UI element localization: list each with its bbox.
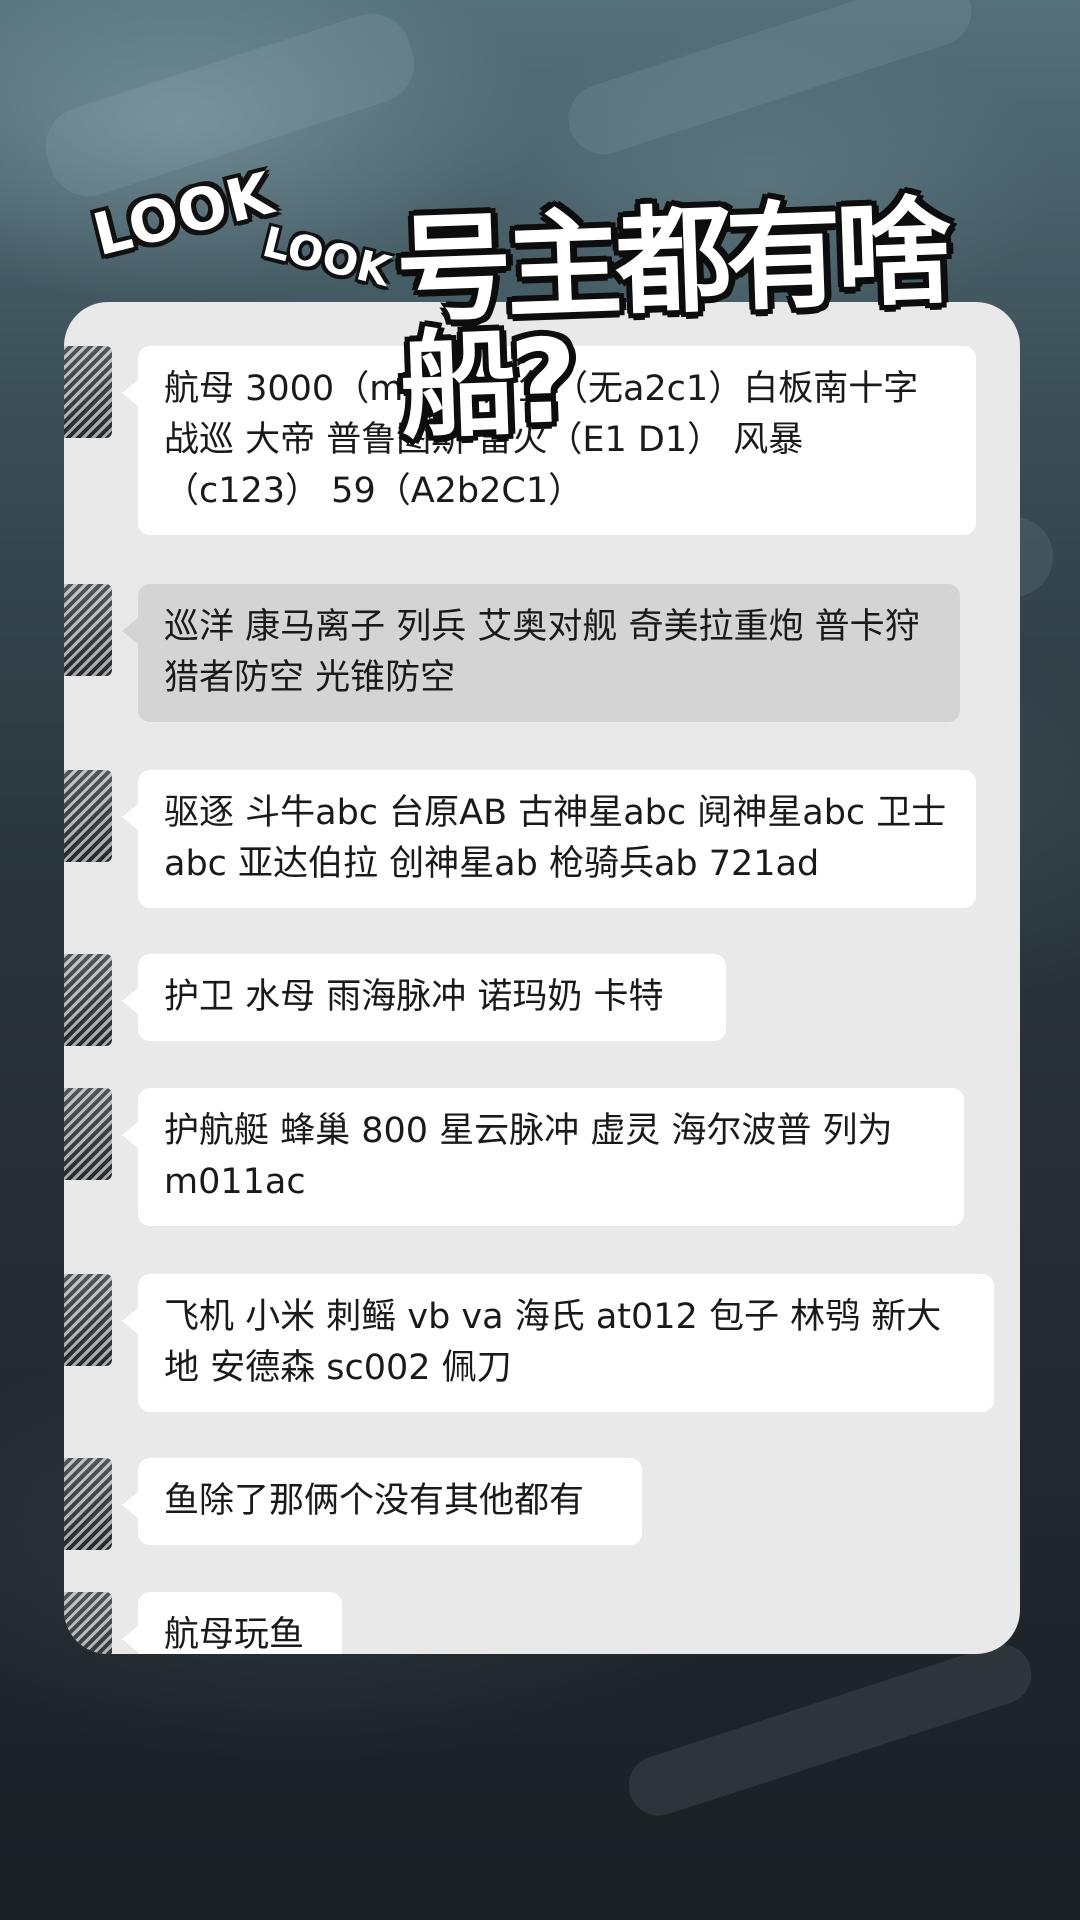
chat-message: 驱逐 斗牛abc 台原AB 古神星abc 阋神星abc 卫士abc 亚达伯拉 创… (64, 770, 976, 908)
chat-message: 巡洋 康马离子 列兵 艾奥对舰 奇美拉重炮 普卡狩猎者防空 光锥防空 (64, 584, 960, 722)
chat-message: 护卫 水母 雨海脉冲 诺玛奶 卡特 (64, 954, 726, 1046)
avatar (64, 1458, 112, 1550)
page-title: 号主都有啥船? (393, 184, 949, 455)
chat-message: 航母玩鱼 (64, 1592, 342, 1654)
chat-message: 飞机 小米 刺鳐 vb va 海氏 at012 包子 林鸮 新大地 安德森 sc… (64, 1274, 994, 1412)
message-bubble-highlighted: 巡洋 康马离子 列兵 艾奥对舰 奇美拉重炮 普卡狩猎者防空 光锥防空 (122, 584, 960, 722)
message-bubble: 护航艇 蜂巢 800 星云脉冲 虚灵 海尔波普 列为m011ac (122, 1088, 964, 1226)
avatar (64, 584, 112, 676)
avatar (64, 1274, 112, 1366)
chat-message: 护航艇 蜂巢 800 星云脉冲 虚灵 海尔波普 列为m011ac (64, 1088, 964, 1226)
avatar (64, 954, 112, 1046)
message-bubble: 飞机 小米 刺鳐 vb va 海氏 at012 包子 林鸮 新大地 安德森 sc… (122, 1274, 994, 1412)
message-bubble: 护卫 水母 雨海脉冲 诺玛奶 卡特 (122, 954, 726, 1041)
chat-message: 鱼除了那俩个没有其他都有 (64, 1458, 642, 1550)
message-bubble: 鱼除了那俩个没有其他都有 (122, 1458, 642, 1545)
message-bubble: 航母玩鱼 (122, 1592, 342, 1654)
look-label-2: LOOK (257, 217, 396, 296)
message-bubble: 驱逐 斗牛abc 台原AB 古神星abc 阋神星abc 卫士abc 亚达伯拉 创… (122, 770, 976, 908)
title-banner: LOOK LOOK 号主都有啥船? (0, 150, 1080, 455)
avatar (64, 1088, 112, 1180)
chat-screenshot-card: 航母 3000（m3 B2）鱼（无a2c1）白板南十字 战巡 大帝 普鲁图斯 雷… (64, 302, 1020, 1654)
look-label-1: LOOK (86, 158, 280, 270)
avatar (64, 1592, 112, 1654)
avatar (64, 770, 112, 862)
